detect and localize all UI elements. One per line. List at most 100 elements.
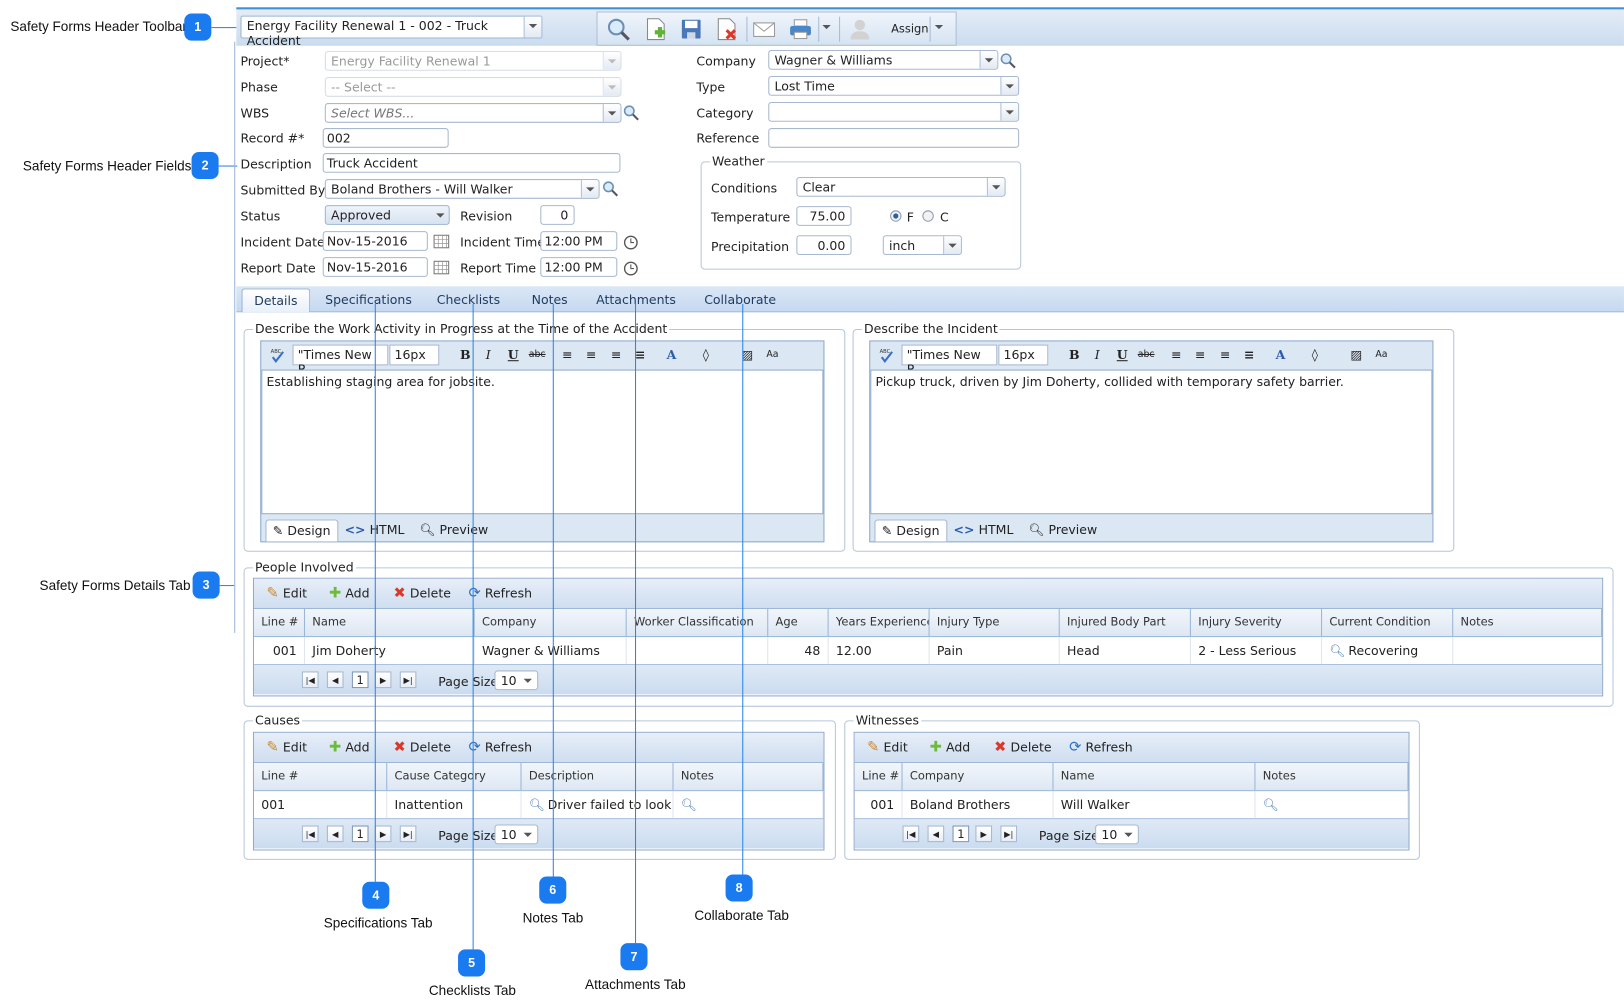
wbs-select[interactable]: Select WBS... (324, 103, 622, 123)
insert-image-icon[interactable]: ▨ (1347, 346, 1366, 365)
prev-page-button[interactable]: ◀ (326, 825, 344, 843)
incident-date-input[interactable]: Nov-15-2016 (322, 231, 428, 251)
next-page-button[interactable]: ▶ (374, 825, 392, 843)
insert-special-icon[interactable]: Aa (1372, 346, 1391, 365)
chevron-down-icon[interactable] (602, 52, 621, 70)
column-header[interactable]: Worker Classification (627, 608, 769, 637)
record-input[interactable]: 002 (322, 128, 449, 148)
table-row[interactable]: 001 Boland Brothers Will Walker 🔍︎ (854, 791, 1409, 820)
chevron-down-icon[interactable] (1000, 103, 1019, 121)
table-row[interactable]: 001Inattention🔍︎Driver failed to look be… (254, 791, 824, 820)
tab-checklists[interactable]: Checklists (432, 288, 505, 311)
refresh-button[interactable]: ⟳ Refresh (468, 585, 532, 602)
record-selector[interactable]: Energy Facility Renewal 1 - 002 - Truck … (240, 15, 543, 48)
precipitation-input[interactable]: 0.00 (796, 235, 852, 256)
delete-button[interactable]: ✖ Delete (994, 739, 1051, 756)
add-button[interactable]: ✚ Add (930, 739, 971, 756)
justify-icon[interactable]: ≡ (631, 346, 650, 365)
report-time-input[interactable]: 12:00 PM (540, 257, 618, 277)
company-select[interactable]: Wagner & Williams (768, 49, 999, 70)
column-header[interactable]: Notes (1453, 608, 1603, 637)
align-left-icon[interactable]: ≡ (1167, 346, 1186, 365)
column-header[interactable]: Line # (254, 608, 306, 637)
search-icon[interactable] (606, 17, 631, 42)
align-right-icon[interactable]: ≡ (1216, 346, 1235, 365)
edit-button[interactable]: ✎ Edit (266, 585, 307, 602)
column-header[interactable]: Company (903, 763, 1054, 791)
column-header[interactable]: Name (305, 608, 475, 637)
conditions-select[interactable]: Clear (796, 176, 1006, 197)
reference-input[interactable] (768, 128, 1020, 148)
page-size-select[interactable]: 10 (494, 824, 539, 845)
design-mode-button[interactable]: ✎ Design (265, 519, 338, 543)
chevron-down-icon[interactable] (523, 16, 542, 38)
assign-button[interactable]: Assign (891, 22, 928, 36)
first-page-button[interactable]: |◀ (301, 825, 319, 843)
column-header[interactable]: Injured Body Part (1060, 608, 1191, 637)
prev-page-button[interactable]: ◀ (326, 671, 344, 689)
clock-icon[interactable] (623, 259, 640, 276)
description-input[interactable]: Truck Accident (322, 153, 621, 173)
email-icon[interactable] (752, 17, 777, 42)
spellcheck-icon[interactable]: ABC (270, 347, 287, 364)
font-size-select[interactable]: 16px (389, 344, 440, 366)
chevron-down-icon[interactable] (979, 51, 998, 69)
celsius-radio[interactable] (922, 210, 934, 222)
incident-time-input[interactable]: 12:00 PM (540, 231, 618, 251)
refresh-button[interactable]: ⟳ Refresh (1069, 739, 1133, 756)
edit-button[interactable]: ✎ Edit (266, 739, 307, 756)
refresh-button[interactable]: ⟳ Refresh (468, 739, 532, 756)
font-family-select[interactable]: "Times New R... (901, 344, 998, 377)
insert-image-icon[interactable]: ▨ (738, 346, 757, 365)
status-select[interactable]: Approved (324, 205, 450, 225)
column-header[interactable]: Notes (674, 763, 824, 791)
page-size-select[interactable]: 10 (494, 670, 539, 691)
precipitation-unit-select[interactable]: inch (882, 235, 962, 256)
phase-select[interactable]: -- Select -- (324, 77, 622, 97)
current-page[interactable]: 1 (351, 825, 369, 843)
add-button[interactable]: ✚ Add (329, 739, 370, 756)
delete-button[interactable]: ✖ Delete (393, 585, 450, 602)
column-header[interactable]: Line # (855, 763, 903, 791)
strikethrough-icon[interactable]: abc (528, 346, 547, 365)
tab-collaborate[interactable]: Collaborate (699, 288, 782, 311)
table-row[interactable]: 001 Jim Doherty Wagner & Williams 48 12.00 Pa… (254, 637, 1603, 666)
print-icon[interactable] (788, 17, 813, 42)
align-center-icon[interactable]: ≡ (582, 346, 601, 365)
type-select[interactable]: Lost Time (768, 75, 1020, 96)
search-icon[interactable] (999, 52, 1016, 69)
new-document-icon[interactable] (643, 17, 668, 42)
chevron-down-icon[interactable] (602, 78, 621, 96)
submitted-by-select[interactable]: Boland Brothers - Will Walker (324, 179, 600, 199)
delete-document-icon[interactable] (714, 17, 739, 42)
print-dropdown-icon[interactable] (822, 24, 831, 33)
strikethrough-icon[interactable]: abc (1137, 346, 1156, 365)
html-mode-button[interactable]: <> HTML (954, 519, 1014, 540)
column-header[interactable]: Current Condition (1322, 608, 1454, 637)
first-page-button[interactable]: |◀ (301, 671, 319, 689)
highlight-color-icon[interactable]: ◊ (1305, 346, 1324, 365)
search-icon[interactable] (623, 104, 640, 121)
italic-icon[interactable]: I (479, 346, 498, 365)
search-icon[interactable]: 🔍︎ (681, 797, 697, 812)
align-left-icon[interactable]: ≡ (558, 346, 577, 365)
edit-button[interactable]: ✎ Edit (867, 739, 908, 756)
delete-button[interactable]: ✖ Delete (393, 739, 450, 756)
tab-details[interactable]: Details (241, 288, 311, 313)
preview-mode-button[interactable]: 🔍︎ Preview (420, 519, 489, 540)
revision-input[interactable]: 0 (540, 205, 575, 225)
preview-mode-button[interactable]: 🔍︎ Preview (1029, 519, 1098, 540)
chevron-down-icon[interactable] (602, 104, 621, 122)
first-page-button[interactable]: |◀ (902, 825, 920, 843)
chevron-down-icon[interactable] (943, 236, 961, 255)
next-page-button[interactable]: ▶ (374, 671, 392, 689)
justify-icon[interactable]: ≡ (1240, 346, 1259, 365)
last-page-button[interactable]: ▶| (399, 671, 417, 689)
font-color-icon[interactable]: A (1271, 346, 1290, 365)
column-header[interactable]: Injury Type (930, 608, 1060, 637)
column-header[interactable]: Cause Category (387, 763, 522, 791)
search-icon[interactable] (602, 180, 619, 197)
column-header[interactable]: Age (768, 608, 829, 637)
bold-icon[interactable]: B (1065, 346, 1084, 365)
highlight-color-icon[interactable]: ◊ (696, 346, 715, 365)
